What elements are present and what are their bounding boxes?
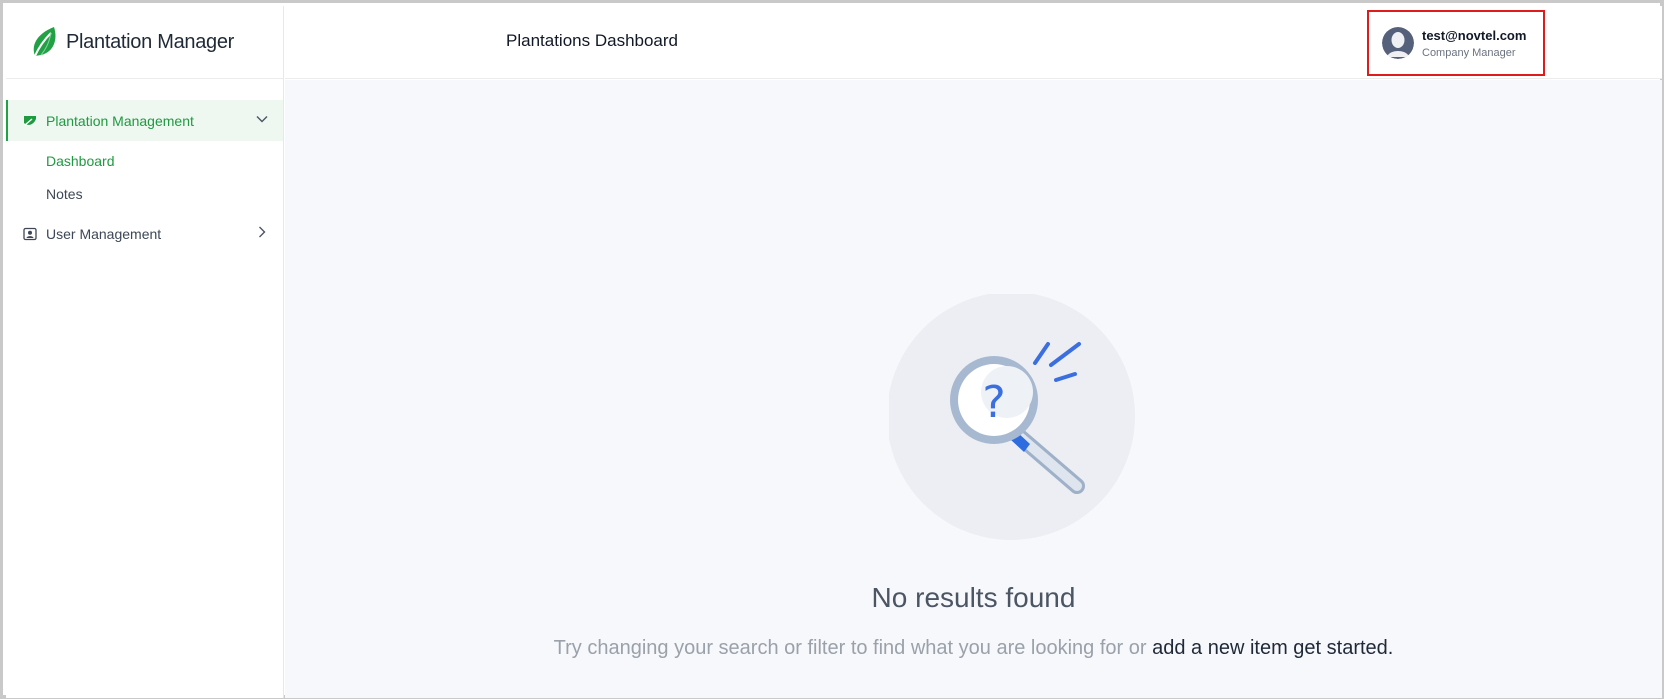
user-avatar-icon [1382,27,1414,59]
chevron-right-icon[interactable] [255,225,269,239]
brand[interactable]: Plantation Manager [6,6,283,79]
user-role: Company Manager [1422,46,1516,59]
user-email: test@novtel.com [1422,27,1527,43]
sidebar-group-plantation-management[interactable]: Plantation Management [6,100,283,141]
sidebar-item-label: Dashboard [46,152,115,169]
empty-state-subtitle: Try changing your search or filter to fi… [285,637,1662,660]
empty-state-title: No results found [871,582,1076,613]
svg-text:?: ? [982,377,1005,428]
add-new-item-link[interactable]: add a new item get started. [1152,637,1393,659]
sidebar-item-dashboard[interactable]: Dashboard [6,144,283,177]
sidebar-item-label: Notes [46,185,83,202]
sidebar-group-label: User Management [46,225,162,242]
page-title: Plantations Dashboard [506,31,679,50]
user-badge-icon [23,227,37,240]
user-info: test@novtel.com Company Manager [1422,28,1526,59]
sidebar-item-notes[interactable]: Notes [6,177,283,210]
sidebar: Plantation Manager Plantation Management… [6,6,284,698]
avatar [1382,27,1414,59]
brand-name: Plantation Manager [66,30,235,53]
user-menu[interactable]: test@novtel.com Company Manager [1367,10,1545,76]
plantation-logo-icon [33,27,56,57]
sidebar-nav: Plantation Management Dashboard Notes Us… [6,79,283,254]
main-content: ? No results found Try changing your sea… [285,80,1662,698]
empty-state-text: Try changing your search or filter to fi… [553,637,1153,659]
chevron-down-icon[interactable] [255,112,269,126]
sidebar-group-label: Plantation Management [46,112,194,129]
app-window: Plantation Manager Plantation Management… [0,0,1664,699]
top-bar: Plantations Dashboard test@novtel.com Co… [285,6,1662,79]
leaf-icon [24,115,36,126]
sidebar-group-user-management[interactable]: User Management [6,213,283,254]
no-results-illustration: ? [889,294,1135,540]
